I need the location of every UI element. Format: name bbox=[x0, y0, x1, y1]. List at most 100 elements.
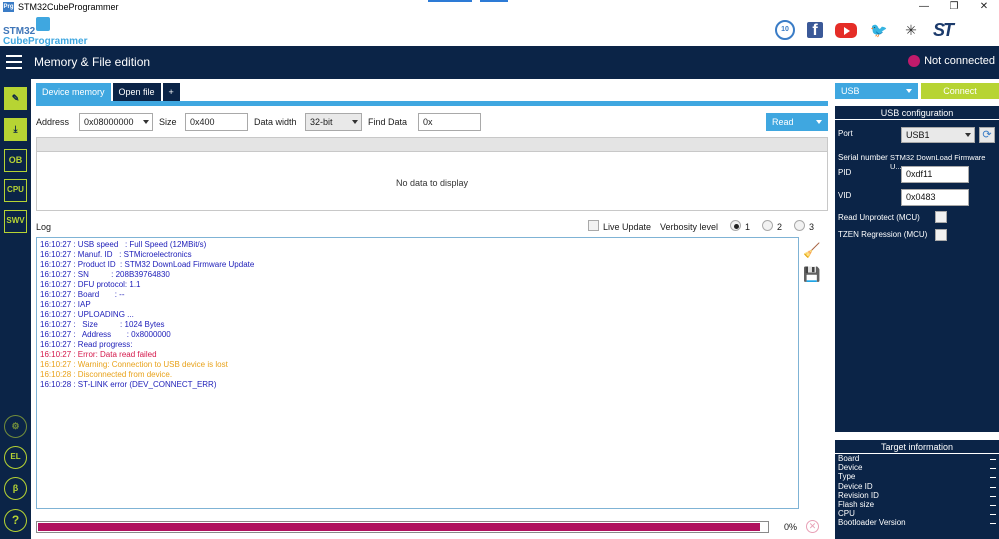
close-button[interactable]: ✕ bbox=[969, 0, 999, 14]
app-header: STM32 CubeProgrammer 10 f 🐦 ✳ ST bbox=[0, 14, 999, 47]
port-select[interactable]: USB1 bbox=[901, 127, 975, 143]
log-output[interactable]: 16:10:27 : USB speed : Full Speed (12MBi… bbox=[36, 237, 799, 509]
tab-open-file[interactable]: Open file bbox=[112, 83, 161, 101]
pid-label: PID bbox=[838, 168, 852, 177]
address-combo[interactable]: 0x08000000 bbox=[79, 113, 153, 131]
log-line: 16:10:27 : Error: Data read failed bbox=[40, 350, 157, 359]
youtube-icon[interactable] bbox=[835, 22, 857, 38]
port-value: USB1 bbox=[906, 130, 930, 140]
log-line: 16:10:27 : Product ID : STM32 DownLoad F… bbox=[40, 260, 255, 269]
window-title: STM32CubeProgrammer bbox=[18, 2, 119, 12]
security-icon[interactable]: ⚙ bbox=[4, 415, 27, 438]
verbosity-3-label: 3 bbox=[809, 222, 815, 232]
log-line: 16:10:27 : UPLOADING ... bbox=[40, 310, 134, 319]
verbosity-radio-1[interactable] bbox=[730, 220, 741, 231]
verbosity-radio-2[interactable] bbox=[762, 220, 773, 231]
stm32cubeprogrammer-logo: STM32 CubeProgrammer bbox=[3, 17, 93, 47]
log-line: 16:10:27 : Warning: Connection to USB de… bbox=[40, 360, 228, 369]
target-information-panel: Target information Board Device Type Dev… bbox=[835, 440, 999, 539]
save-log-icon[interactable]: 💾 bbox=[803, 265, 821, 283]
taskbar-highlight bbox=[428, 0, 472, 2]
download-icon[interactable]: ⤓ bbox=[4, 118, 27, 141]
swv-button[interactable]: SWV bbox=[4, 210, 27, 233]
target-information-title: Target information bbox=[835, 440, 999, 454]
cancel-icon[interactable]: ✕ bbox=[806, 520, 819, 533]
target-row-bootloader-version: Bootloader Version bbox=[835, 518, 999, 527]
refresh-icon[interactable]: ⟳ bbox=[979, 127, 995, 143]
taskbar-highlight-2 bbox=[480, 0, 508, 2]
usb-configuration-panel: USB configuration Port USB1 ⟳ Serial num… bbox=[835, 106, 999, 432]
address-label: Address bbox=[36, 117, 70, 127]
tzen-regression-checkbox[interactable] bbox=[935, 229, 947, 241]
verbosity-label: Verbosity level bbox=[660, 222, 719, 232]
log-line: 16:10:28 : ST-LINK error (DEV_CONNECT_ER… bbox=[40, 380, 217, 389]
left-sidebar: ✎ ⤓ OB CPU SWV ⚙ EL β ? bbox=[0, 79, 31, 539]
target-row-board: Board bbox=[835, 454, 999, 463]
facebook-icon[interactable]: f bbox=[807, 22, 823, 39]
el-icon[interactable]: EL bbox=[4, 446, 27, 469]
verbosity-radio-3[interactable] bbox=[794, 220, 805, 231]
verbosity-2-label: 2 bbox=[777, 222, 783, 232]
st-logo[interactable]: ST bbox=[933, 20, 971, 40]
tab-device-memory[interactable]: Device memory bbox=[36, 83, 111, 101]
main-content: Device memory Open file + Address 0x0800… bbox=[31, 79, 832, 539]
clear-log-icon[interactable]: 🧹 bbox=[803, 241, 821, 259]
usb-configuration-title: USB configuration bbox=[835, 106, 999, 120]
memory-toolbar: Address 0x08000000 Size 0x400 Data width… bbox=[36, 113, 828, 133]
find-data-label: Find Data bbox=[368, 117, 408, 127]
target-row-device: Device bbox=[835, 463, 999, 472]
log-line: 16:10:27 : DFU protocol: 1.1 bbox=[40, 280, 141, 289]
chevron-down-icon bbox=[906, 89, 912, 93]
size-input[interactable]: 0x400 bbox=[185, 113, 248, 131]
interface-select[interactable]: USB bbox=[835, 83, 918, 99]
empty-state-text: No data to display bbox=[395, 178, 469, 188]
log-line: 16:10:27 : SN : 208B39764830 bbox=[40, 270, 170, 279]
vid-input[interactable]: 0x0483 bbox=[901, 189, 969, 206]
status-dot-icon bbox=[908, 55, 921, 67]
find-data-input[interactable]: 0x bbox=[418, 113, 481, 131]
tzen-regression-label: TZEN Regression (MCU) bbox=[838, 230, 928, 239]
edit-icon[interactable]: ✎ bbox=[4, 87, 27, 110]
cube-icon bbox=[36, 17, 50, 31]
serial-number-label: Serial number bbox=[838, 153, 888, 162]
help-icon[interactable]: ? bbox=[4, 509, 27, 532]
live-update-checkbox[interactable] bbox=[588, 220, 599, 231]
log-line: 16:10:27 : Manuf. ID : STMicroelectronic… bbox=[40, 250, 192, 259]
log-line: 16:10:28 : Disconnected from device. bbox=[40, 370, 173, 379]
network-icon[interactable]: ✳ bbox=[901, 20, 921, 40]
cpu-button[interactable]: CPU bbox=[4, 179, 27, 202]
verbosity-1-label: 1 bbox=[745, 222, 751, 232]
chevron-down-icon bbox=[965, 133, 971, 137]
live-update-label: Live Update bbox=[603, 222, 652, 232]
page-header-bar: Memory & File edition Not connected bbox=[0, 46, 999, 79]
memory-data-panel: No data to display bbox=[36, 137, 828, 211]
address-value: 0x08000000 bbox=[84, 117, 134, 127]
read-unprotect-checkbox[interactable] bbox=[935, 211, 947, 223]
minimize-button[interactable]: — bbox=[909, 0, 939, 14]
right-panel: USB Connect USB configuration Port USB1 … bbox=[832, 79, 999, 539]
progress-percent: 0% bbox=[784, 522, 798, 532]
tab-add[interactable]: + bbox=[162, 83, 180, 101]
data-width-select[interactable]: 32-bit bbox=[305, 113, 362, 131]
pid-input[interactable]: 0xdf11 bbox=[901, 166, 969, 183]
vid-label: VID bbox=[838, 191, 852, 200]
restore-button[interactable]: ❐ bbox=[939, 0, 969, 14]
read-button[interactable]: Read bbox=[766, 113, 828, 131]
port-label: Port bbox=[838, 129, 853, 138]
anniversary-icon[interactable]: 10 bbox=[775, 20, 795, 40]
connect-button[interactable]: Connect bbox=[921, 83, 999, 99]
twitter-icon[interactable]: 🐦 bbox=[869, 20, 889, 40]
hamburger-menu-icon[interactable] bbox=[6, 55, 22, 69]
read-button-label: Read bbox=[772, 117, 794, 127]
progress-fill bbox=[38, 523, 760, 531]
data-width-value: 32-bit bbox=[310, 117, 333, 127]
log-title: Log bbox=[36, 222, 52, 232]
ob-button[interactable]: OB bbox=[4, 149, 27, 172]
page-title: Memory & File edition bbox=[34, 55, 151, 69]
log-header: Log Live Update Verbosity level 1 2 3 bbox=[36, 219, 828, 235]
target-row-type: Type bbox=[835, 472, 999, 481]
log-line: 16:10:27 : Read progress: bbox=[40, 340, 133, 349]
progress-bar bbox=[36, 521, 769, 533]
target-row-cpu: CPU bbox=[835, 509, 999, 518]
beta-icon[interactable]: β bbox=[4, 477, 27, 500]
